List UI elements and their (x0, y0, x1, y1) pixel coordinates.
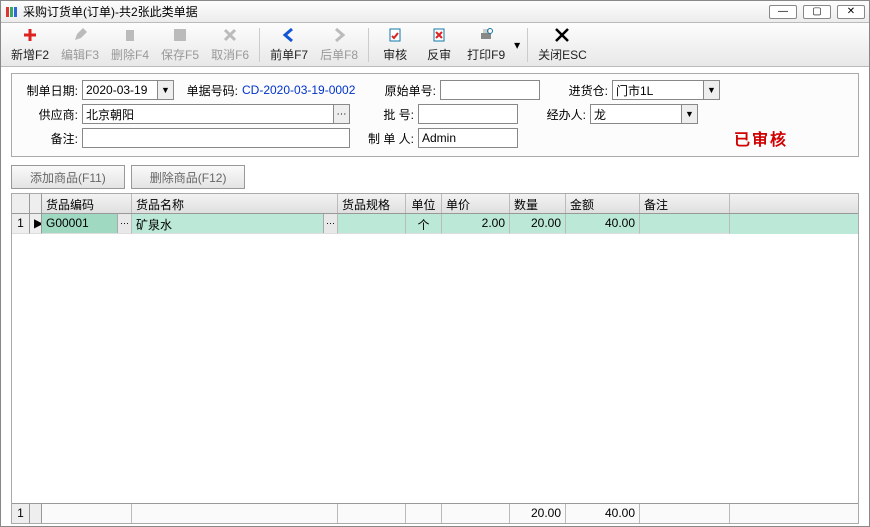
window-buttons: — ▢ ✕ (769, 5, 865, 19)
print-icon (477, 27, 495, 44)
form-panel: 制单日期: ▼ 单据号码: CD-2020-03-19-0002 原始单号: 进… (11, 73, 859, 157)
window-title: 采购订货单(订单)-共2张此类单据 (23, 3, 769, 20)
ellipsis-icon[interactable]: ⋯ (333, 105, 349, 123)
unaudit-button[interactable]: 反审 (417, 25, 461, 65)
new-button[interactable]: 新增F2 (5, 25, 55, 65)
unaudit-icon (430, 27, 448, 44)
toolbar: 新增F2 编辑F3 删除F4 保存F5 取消F6 前单F7 后单F8 (1, 23, 869, 67)
batch-input[interactable] (418, 104, 518, 124)
warehouse-label: 进货仓: (558, 82, 608, 99)
ellipsis-icon[interactable]: ⋯ (117, 214, 131, 233)
dropdown-icon[interactable]: ▼ (703, 81, 719, 99)
dropdown-icon[interactable]: ▼ (681, 105, 697, 123)
close-window-button[interactable]: ✕ (837, 5, 865, 19)
remark-input[interactable] (82, 128, 350, 148)
app-icon (5, 5, 19, 19)
orig-no-label: 原始单号: (376, 82, 436, 99)
remark-label: 备注: (22, 130, 78, 147)
order-date-label: 制单日期: (22, 82, 78, 99)
col-rowptr (30, 194, 42, 213)
col-amount[interactable]: 金额 (566, 194, 640, 213)
col-unit[interactable]: 单位 (406, 194, 442, 213)
dropdown-icon[interactable]: ▼ (157, 81, 173, 99)
foot-qty: 20.00 (510, 504, 566, 523)
delete-goods-button[interactable]: 删除商品(F12) (131, 165, 246, 189)
cell-qty[interactable]: 20.00 (510, 214, 566, 234)
maximize-button[interactable]: ▢ (803, 5, 831, 19)
cell-name[interactable]: 矿泉水 ⋯ (132, 214, 338, 234)
grid-footer: 1 20.00 40.00 (12, 503, 858, 523)
toolbar-separator (527, 28, 528, 62)
print-button[interactable]: 打印F9 (461, 25, 511, 65)
add-goods-button[interactable]: 添加商品(F11) (11, 165, 125, 189)
save-button[interactable]: 保存F5 (155, 25, 205, 65)
warehouse-combo[interactable]: ▼ (612, 80, 720, 100)
grid-body[interactable]: 1 ▶ G00001 ⋯ 矿泉水 ⋯ 个 2.00 20.00 40.00 (12, 214, 858, 503)
delete-button[interactable]: 删除F4 (105, 25, 155, 65)
titlebar: 采购订货单(订单)-共2张此类单据 — ▢ ✕ (1, 1, 869, 23)
goods-button-row: 添加商品(F11) 删除商品(F12) (1, 161, 869, 193)
cell-price[interactable]: 2.00 (442, 214, 510, 234)
audit-icon (386, 27, 404, 44)
prev-doc-button[interactable]: 前单F7 (264, 25, 314, 65)
minimize-button[interactable]: — (769, 5, 797, 19)
goods-grid: 货品编码 货品名称 货品规格 单位 单价 数量 金额 备注 1 ▶ G00001… (11, 193, 859, 524)
delete-icon (121, 27, 139, 44)
handler-combo[interactable]: ▼ (590, 104, 698, 124)
edit-button[interactable]: 编辑F3 (55, 25, 105, 65)
maker-input[interactable] (418, 128, 518, 148)
table-row[interactable]: 1 ▶ G00001 ⋯ 矿泉水 ⋯ 个 2.00 20.00 40.00 (12, 214, 858, 234)
cell-spec[interactable] (338, 214, 406, 234)
edit-icon (71, 27, 89, 44)
orig-no-input[interactable] (440, 80, 540, 100)
col-spec[interactable]: 货品规格 (338, 194, 406, 213)
window: 采购订货单(订单)-共2张此类单据 — ▢ ✕ 新增F2 编辑F3 删除F4 保… (0, 0, 870, 527)
toolbar-separator (259, 28, 260, 62)
cell-amount[interactable]: 40.00 (566, 214, 640, 234)
col-code[interactable]: 货品编码 (42, 194, 132, 213)
audit-button[interactable]: 审核 (373, 25, 417, 65)
supplier-label: 供应商: (22, 106, 78, 123)
handler-label: 经办人: (536, 106, 586, 123)
cell-code[interactable]: G00001 ⋯ (42, 214, 132, 234)
close-button[interactable]: 关闭ESC (532, 25, 593, 65)
supplier-combo[interactable]: ⋯ (82, 104, 350, 124)
row-pointer-icon: ▶ (30, 214, 42, 234)
supplier-input[interactable] (82, 104, 350, 124)
cell-rownum: 1 (12, 214, 30, 234)
plus-icon (21, 27, 39, 44)
grid-header: 货品编码 货品名称 货品规格 单位 单价 数量 金额 备注 (12, 194, 858, 214)
maker-label: 制 单 人: (354, 130, 414, 147)
col-rownum (12, 194, 30, 213)
save-icon (171, 27, 189, 44)
col-price[interactable]: 单价 (442, 194, 510, 213)
foot-rownum: 1 (12, 504, 30, 523)
next-doc-button[interactable]: 后单F8 (314, 25, 364, 65)
close-icon (553, 27, 571, 44)
col-qty[interactable]: 数量 (510, 194, 566, 213)
doc-no-value: CD-2020-03-19-0002 (242, 83, 372, 97)
cancel-icon (221, 27, 239, 44)
arrow-right-icon (330, 27, 348, 44)
col-name[interactable]: 货品名称 (132, 194, 338, 213)
order-date-combo[interactable]: ▼ (82, 80, 174, 100)
cell-note[interactable] (640, 214, 730, 234)
toolbar-separator (368, 28, 369, 62)
foot-amount: 40.00 (566, 504, 640, 523)
cell-unit[interactable]: 个 (406, 214, 442, 234)
ellipsis-icon[interactable]: ⋯ (323, 214, 337, 233)
cancel-button[interactable]: 取消F6 (205, 25, 255, 65)
print-dropdown[interactable]: ▾ (511, 25, 523, 65)
batch-label: 批 号: (354, 106, 414, 123)
col-note[interactable]: 备注 (640, 194, 730, 213)
audit-stamp: 已审核 (734, 126, 788, 150)
arrow-left-icon (280, 27, 298, 44)
doc-no-label: 单据号码: (178, 82, 238, 99)
